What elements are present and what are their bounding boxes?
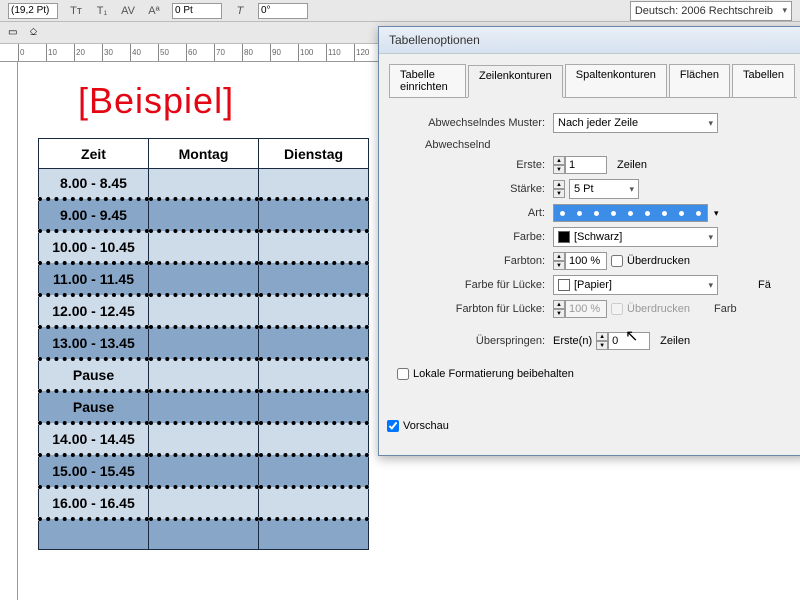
right-cut-label-2: Farb [714,303,737,315]
alternating-group-label: Abwechselnd [425,139,793,151]
tracking-input[interactable] [172,3,222,19]
skip-prefix: Erste(n) [553,335,592,347]
spin-up-icon[interactable]: ▲ [553,180,565,189]
tab-setup[interactable]: Tabelle einrichten [389,64,466,97]
staerke-dropdown[interactable]: 5 Pt [569,179,639,199]
table-row: 14.00 - 14.45 [39,423,369,455]
table-row [39,519,369,549]
table-row: 16.00 - 16.45 [39,487,369,519]
chevron-down-icon[interactable]: ▾ [714,208,719,219]
font-size-input[interactable] [8,3,58,19]
pattern-dropdown[interactable]: Nach jeder Zeile [553,113,718,133]
local-format-label: Lokale Formatierung beibehalten [413,368,574,380]
local-format-checkbox[interactable] [397,368,409,380]
table-row: 9.00 - 9.45 [39,199,369,231]
pattern-label: Abwechselndes Muster: [393,117,553,129]
spin-down-icon: ▼ [553,309,565,318]
dialog-tabs: Tabelle einrichten Zeilenkonturen Spalte… [389,64,797,98]
table-row: 12.00 - 12.45 [39,295,369,327]
erste-spinbox[interactable]: ▲▼ [553,156,607,174]
overprint-checkbox[interactable] [611,255,623,267]
gap-color-label: Farbe für Lücke: [393,279,553,291]
skip-suffix: Zeilen [660,335,690,347]
schedule-table[interactable]: Zeit Montag Dienstag 8.00 - 8.45 9.00 - … [38,138,369,550]
staerke-spinbox[interactable]: ▲▼ [553,180,565,198]
spin-down-icon[interactable]: ▼ [553,165,565,174]
preview-checkbox[interactable] [387,420,399,432]
tab-col-strokes[interactable]: Spaltenkonturen [565,64,667,97]
table-header-row: Zeit Montag Dienstag [39,139,369,169]
right-cut-label-1: Fä [758,279,771,291]
header-montag[interactable]: Montag [149,139,259,169]
farbton-spinbox[interactable]: ▲▼ [553,252,607,270]
table-row: 10.00 - 10.45 [39,231,369,263]
skip-label: Überspringen: [393,335,553,347]
tab-row-strokes[interactable]: Zeilenkonturen [468,65,563,98]
spin-up-icon[interactable]: ▲ [553,156,565,165]
spin-down-icon[interactable]: ▼ [553,261,565,270]
gap-tint-label: Farbton für Lücke: [393,303,553,315]
kerning-icon[interactable]: AV [120,3,136,19]
angle-input[interactable] [258,3,308,19]
header-dienstag[interactable]: Dienstag [259,139,369,169]
italic-t-icon[interactable]: T [232,3,248,19]
toolbar-top: Tᴛ T₁ AV Aª T Deutsch: 2006 Rechtschreib [0,0,800,22]
farbton-label: Farbton: [393,255,553,267]
dialog-title: Tabellenoptionen [379,27,800,54]
overprint-label: Überdrucken [627,255,690,267]
baseline-icon[interactable]: Aª [146,3,162,19]
color-dropdown[interactable]: [Schwarz] [553,227,718,247]
swatch-icon [558,279,570,291]
erste-suffix: Zeilen [617,159,647,171]
gap-tint-spinbox: ▲▼ [553,300,607,318]
table-row: 13.00 - 13.45 [39,327,369,359]
staerke-label: Stärke: [393,183,553,195]
magnet-icon[interactable]: ⎐ [29,27,37,38]
char-tt-icon[interactable]: Tᴛ [68,3,84,19]
language-dropdown[interactable]: Deutsch: 2006 Rechtschreib [630,1,792,21]
spin-up-icon[interactable]: ▲ [596,332,608,341]
char-t1-icon[interactable]: T₁ [94,3,110,19]
header-zeit[interactable]: Zeit [39,139,149,169]
table-row: 8.00 - 8.45 [39,169,369,200]
tab-fills[interactable]: Flächen [669,64,730,97]
table-row: 15.00 - 15.45 [39,455,369,487]
table-row: Pause [39,391,369,423]
spin-down-icon[interactable]: ▼ [596,341,608,350]
spin-up-icon[interactable]: ▲ [553,252,565,261]
spin-down-icon[interactable]: ▼ [553,189,565,198]
spin-up-icon: ▲ [553,300,565,309]
skip-spinbox[interactable]: ▲▼ [596,332,650,350]
preview-label: Vorschau [403,420,449,432]
gap-color-dropdown[interactable]: [Papier] [553,275,718,295]
ruler-vertical [0,62,18,600]
gap-overprint-label: Überdrucken [627,303,690,315]
tab-tables[interactable]: Tabellen [732,64,795,97]
erste-label: Erste: [393,159,553,171]
table-row: Pause [39,359,369,391]
gap-overprint-checkbox [611,303,623,315]
table-options-dialog[interactable]: Tabellenoptionen Tabelle einrichten Zeil… [378,26,800,456]
direct-select-icon[interactable]: ▭ [8,27,17,38]
stroke-type-dropdown[interactable] [553,204,708,222]
swatch-icon [558,231,570,243]
farbe-label: Farbe: [393,231,553,243]
art-label: Art: [393,207,553,219]
table-row: 11.00 - 11.45 [39,263,369,295]
